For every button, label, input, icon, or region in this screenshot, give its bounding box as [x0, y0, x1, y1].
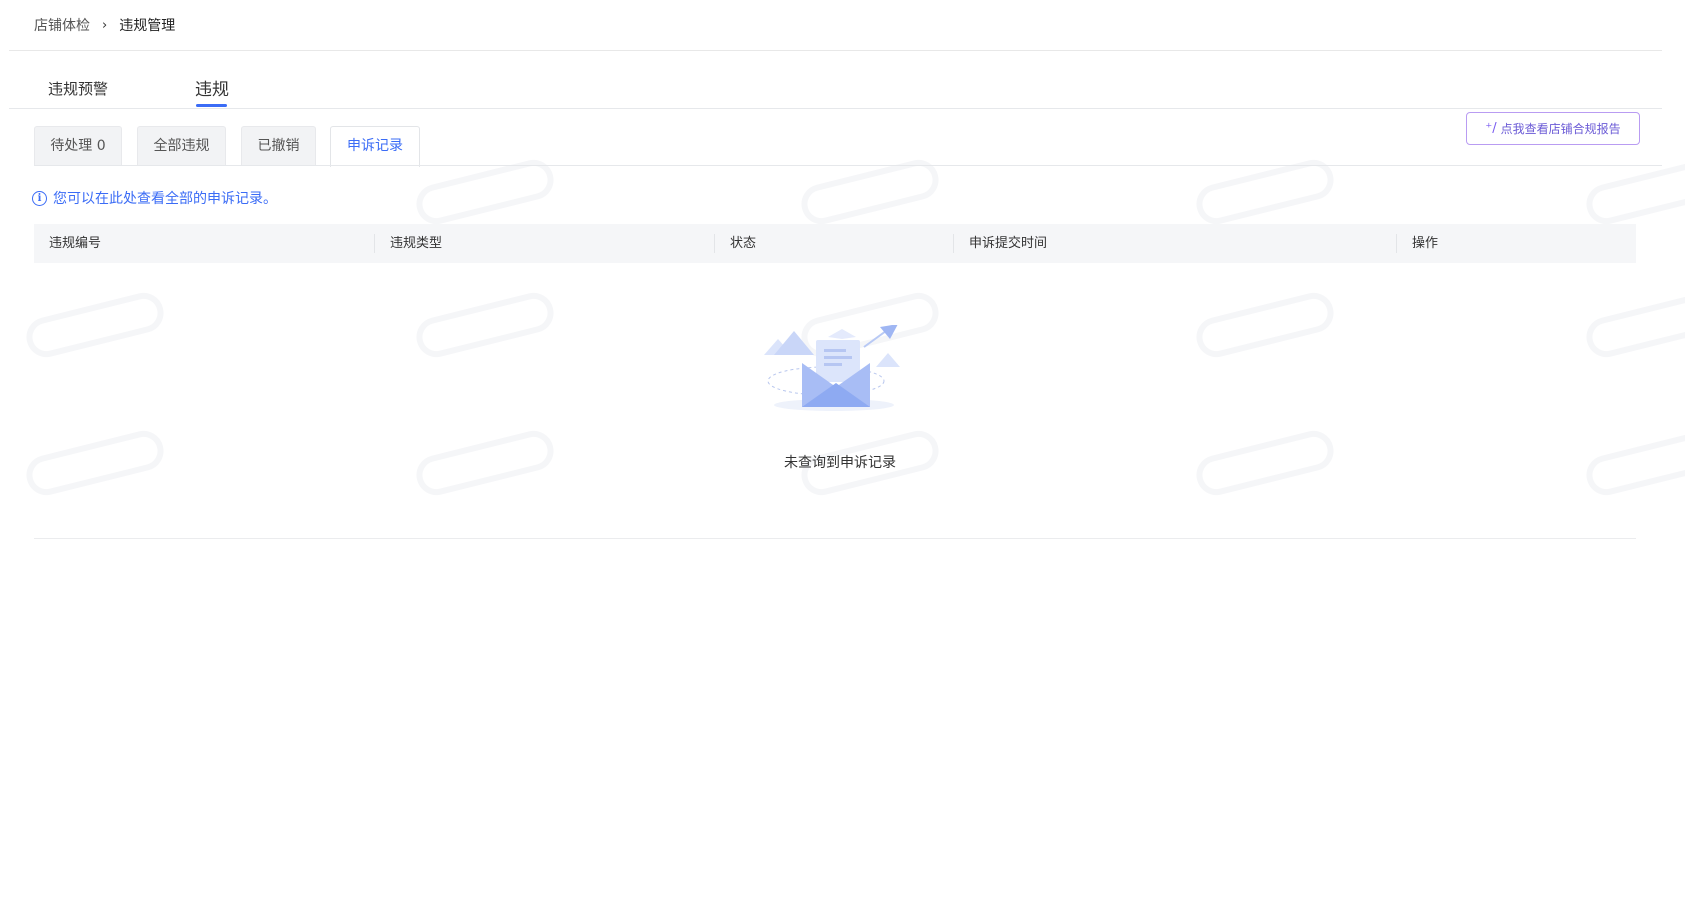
breadcrumb: 店铺体检 › 违规管理 — [34, 14, 175, 36]
compliance-report-label: 点我查看店铺合规报告 — [1500, 122, 1621, 136]
tab-all-violations[interactable]: 全部违规 — [137, 126, 226, 166]
divider — [34, 165, 1662, 166]
divider — [9, 50, 1662, 51]
breadcrumb-current: 违规管理 — [119, 18, 176, 34]
page: 店铺体检 › 违规管理 违规预警 违规 待处理 0 全部违规 已撤销 申诉记录 … — [0, 0, 1685, 901]
compliance-report-button[interactable]: ⁺/ 点我查看店铺合规报告 — [1466, 112, 1640, 145]
tab-label: 违规 — [195, 80, 229, 100]
active-tab-indicator — [196, 104, 227, 107]
tab-revoked[interactable]: 已撤销 — [241, 126, 316, 166]
watermark — [797, 155, 943, 229]
empty-state-text: 未查询到申诉记录 — [784, 455, 896, 471]
watermark — [1582, 426, 1685, 500]
tab-label: 已撤销 — [257, 138, 300, 154]
column-header-violation-type: 违规类型 — [390, 236, 443, 251]
watermark — [1192, 426, 1338, 500]
tab-pending[interactable]: 待处理 0 — [34, 126, 122, 166]
tab-violation-warning[interactable]: 违规预警 — [48, 78, 108, 117]
column-header-status: 状态 — [730, 236, 757, 251]
info-notice: i 您可以在此处查看全部的申诉记录。 — [32, 188, 277, 208]
empty-envelope-icon — [764, 324, 914, 425]
watermark — [1582, 288, 1685, 362]
watermark — [1192, 288, 1338, 362]
watermark — [1582, 155, 1685, 229]
watermark — [22, 288, 168, 362]
info-icon: i — [32, 190, 47, 206]
info-text: 您可以在此处查看全部的申诉记录。 — [53, 191, 277, 207]
divider — [34, 538, 1636, 539]
watermark — [412, 288, 558, 362]
tab-label: 申诉记录 — [347, 138, 403, 154]
table-header: 违规编号 违规类型 状态 申诉提交时间 操作 — [34, 224, 1636, 263]
column-header-appeal-time: 申诉提交时间 — [969, 236, 1048, 251]
watermark — [412, 426, 558, 500]
tab-label: 全部违规 — [153, 138, 210, 154]
chevron-right-icon: › — [102, 17, 108, 33]
tab-label: 违规预警 — [48, 80, 109, 98]
tab-appeal-records[interactable]: 申诉记录 — [330, 126, 420, 167]
breadcrumb-root[interactable]: 店铺体检 — [34, 15, 90, 35]
watermark — [1192, 155, 1338, 229]
primary-tabs: 违规预警 违规 — [9, 70, 1662, 109]
tab-label: 待处理 0 — [50, 138, 106, 154]
watermark — [412, 155, 558, 229]
sparkle-wand-icon: ⁺/ — [1485, 121, 1497, 136]
column-header-violation-id: 违规编号 — [49, 236, 102, 251]
column-header-actions: 操作 — [1412, 236, 1439, 251]
divider — [9, 108, 1662, 109]
watermark — [22, 426, 168, 500]
